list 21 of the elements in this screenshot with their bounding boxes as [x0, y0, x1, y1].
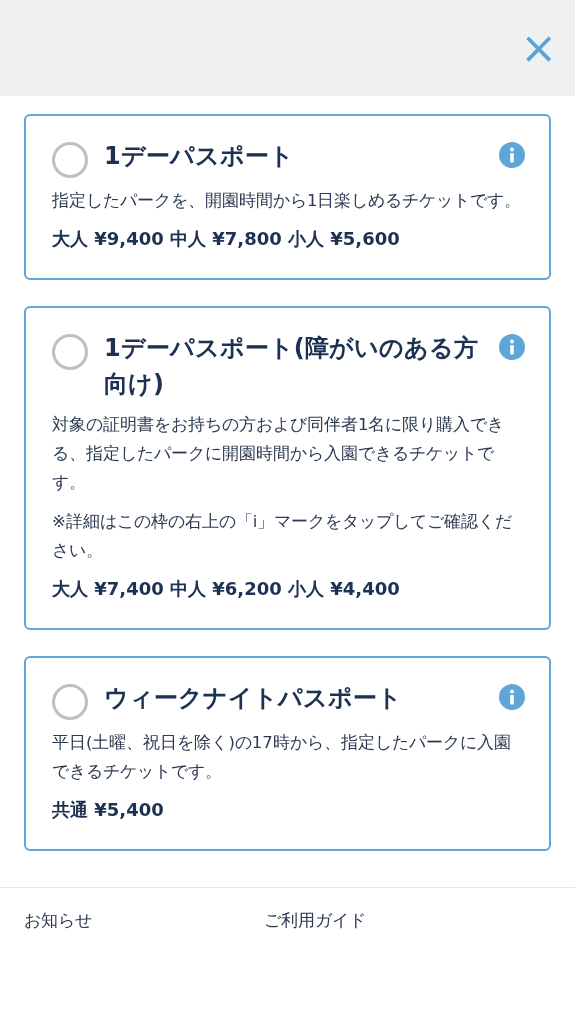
ticket-description: ※詳細はこの枠の右上の「i」マークをタップしてご確認ください。 [52, 511, 514, 562]
radio-button[interactable] [52, 334, 88, 370]
price-list: 大人 ¥9,400 中人 ¥7,800 小人 ¥5,600 [52, 225, 525, 252]
price-list: 共通 ¥5,400 [52, 796, 525, 823]
ticket-title: 1デーパスポート(障がいのある方向け) [104, 333, 479, 400]
ticket-title: ウィークナイトパスポート [104, 683, 403, 714]
price-list: 大人 ¥7,400 中人 ¥6,200 小人 ¥4,400 [52, 575, 525, 602]
ticket-card[interactable]: ウィークナイトパスポート 平日(土曜、祝日を除く)の17時から、指定したパークに入園できるチケットです。 共通 ¥5,400 [24, 656, 551, 851]
info-icon[interactable] [499, 334, 525, 360]
ticket-description: 指定したパークを、開園時間から1日楽しめるチケットです。 [52, 190, 523, 212]
ticket-card[interactable]: 1デーパスポート(障がいのある方向け) 対象の証明書をお持ちの方および同伴者1名に限り購入できる、指定したパークに開園時間から入園できるチケットです。 ※詳細はこの枠の右上の「i」マークをタップしてご確認ください。 大人 ¥7,400 中人 ¥6,200 小人 ¥4,400 [24, 306, 551, 630]
ticket-description: 対象の証明書をお持ちの方および同伴者1名に限り購入できる、指定したパークに開園時間から入園できるチケットです。 [52, 414, 506, 494]
ticket-card[interactable]: 1デーパスポート 指定したパークを、開園時間から1日楽しめるチケットです。 大人 ¥9,400 中人 ¥7,800 小人 ¥5,600 [24, 114, 551, 280]
info-icon[interactable] [499, 684, 525, 710]
info-icon[interactable] [499, 142, 525, 168]
footer-link[interactable]: ご利用ガイド [264, 908, 504, 934]
ticket-description: 平日(土曜、祝日を除く)の17時から、指定したパークに入園できるチケットです。 [52, 732, 512, 783]
footer-link[interactable]: お知らせ [24, 908, 264, 934]
radio-button[interactable] [52, 142, 88, 178]
ticket-title: 1デーパスポート [104, 141, 295, 172]
radio-button[interactable] [52, 684, 88, 720]
